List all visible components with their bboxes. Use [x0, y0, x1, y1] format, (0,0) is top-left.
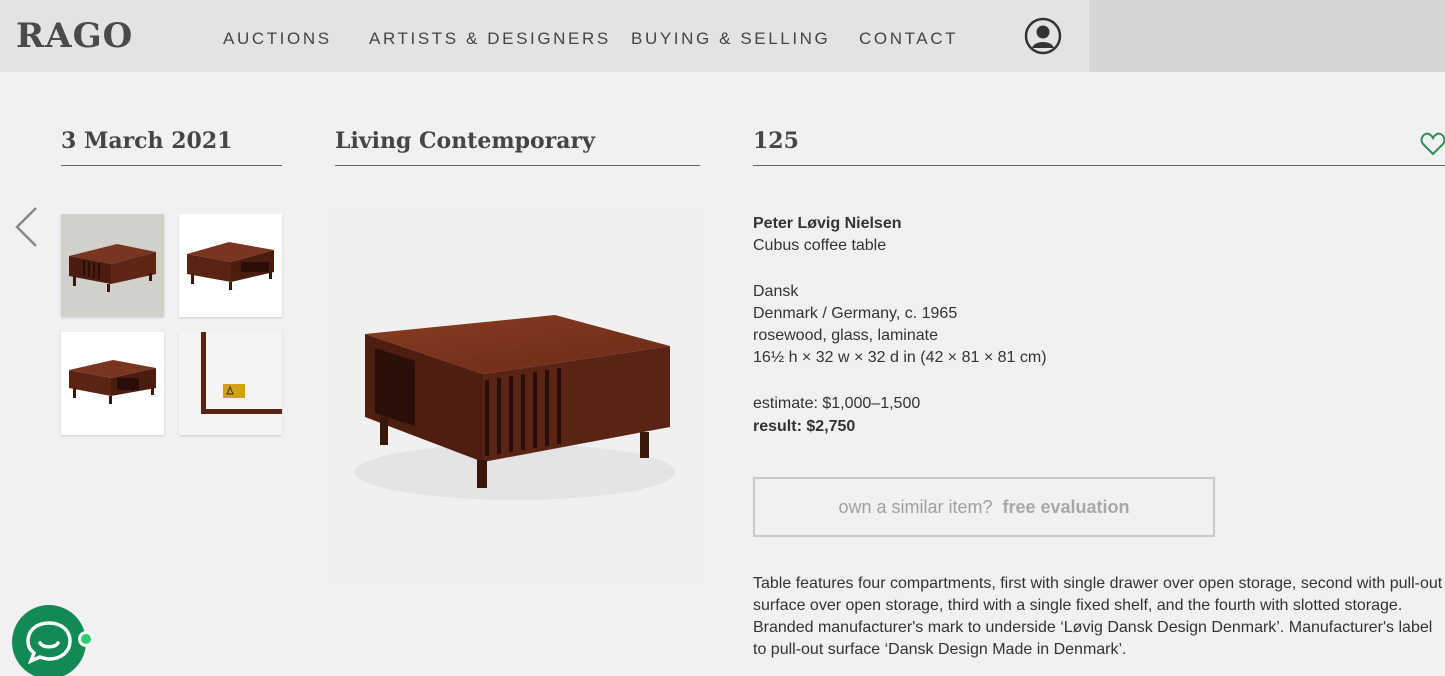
- auction-name[interactable]: Living Contemporary: [335, 128, 700, 166]
- coffee-table-image: [355, 315, 675, 500]
- nav-buying-selling[interactable]: BUYING & SELLING: [631, 29, 830, 49]
- thumbnail-1[interactable]: [61, 214, 164, 317]
- manufacturer: Dansk: [753, 283, 799, 300]
- chat-button[interactable]: [12, 605, 86, 676]
- thumbnail-4[interactable]: [179, 332, 282, 435]
- estimate: estimate: $1,000–1,500: [753, 395, 921, 412]
- designer-name[interactable]: Peter Løvig Nielsen: [753, 213, 902, 235]
- thumbnail-3[interactable]: [61, 332, 164, 435]
- lot-description: Table features four compartments, first …: [753, 575, 1443, 658]
- free-evaluation-button[interactable]: own a similar item? free evaluation: [753, 477, 1215, 537]
- nav-contact[interactable]: CONTACT: [859, 29, 958, 49]
- nav-auctions[interactable]: AUCTIONS: [223, 29, 332, 49]
- materials: rosewood, glass, laminate: [753, 327, 938, 344]
- table-front-image: [69, 244, 156, 292]
- origin: Denmark / Germany, c. 1965: [753, 305, 958, 322]
- evaluation-prompt: own a similar item?: [838, 496, 993, 517]
- lot-title: Cubus coffee table: [753, 237, 887, 254]
- account-icon[interactable]: [1024, 17, 1062, 55]
- table-angle-image: [69, 360, 156, 404]
- top-nav-bar: RAGO AUCTIONS ARTISTS & DESIGNERS BUYING…: [0, 0, 1089, 72]
- lot-number: 125: [753, 128, 1445, 166]
- header-right-panel: [1089, 0, 1445, 72]
- heart-icon[interactable]: [1420, 132, 1445, 156]
- rago-logo[interactable]: RAGO: [16, 16, 133, 56]
- dimensions: 16½ h × 32 w × 32 d in (42 × 81 × 81 cm): [753, 349, 1047, 366]
- main-product-image[interactable]: [335, 212, 700, 577]
- nav-artists-designers[interactable]: ARTISTS & DESIGNERS: [369, 29, 611, 49]
- online-status-dot: [78, 631, 94, 647]
- thumbnail-2[interactable]: [179, 214, 282, 317]
- chevron-left-icon[interactable]: [12, 206, 42, 248]
- evaluation-action: free evaluation: [1002, 496, 1130, 517]
- result: result: $2,750: [753, 418, 856, 435]
- auction-date[interactable]: 3 March 2021: [61, 128, 282, 166]
- label-detail-image: [179, 332, 282, 435]
- chat-bubble-icon: [26, 621, 72, 665]
- table-side-image: [187, 242, 274, 290]
